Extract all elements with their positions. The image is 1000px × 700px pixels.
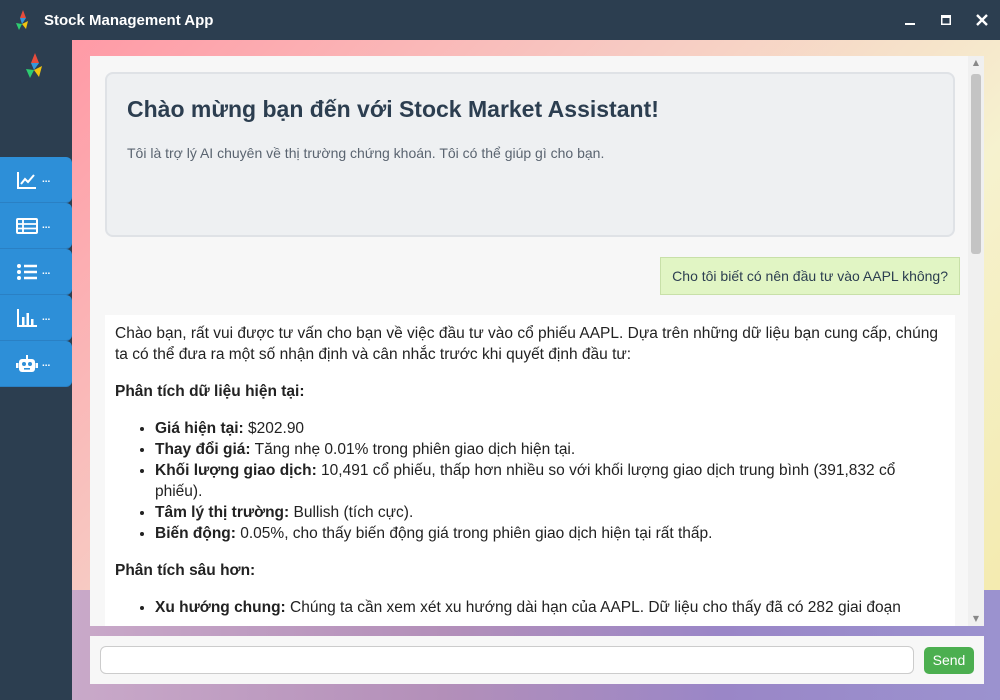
scroll-up-icon[interactable]: ▲ [968,56,984,70]
sidebar-item-label: ... [42,266,51,277]
app-logo-icon [16,10,28,30]
list-item: Biến động: 0.05%, cho thấy biến động giá… [155,523,945,544]
line-chart-icon [17,171,36,189]
bot-message: Chào bạn, rất vui được tư vấn cho bạn về… [105,315,955,626]
sidebar-item-chart[interactable]: ... [0,157,72,203]
list-item: Khối lượng giao dịch: 10,491 cổ phiếu, t… [155,460,945,502]
sidebar-item-label: ... [42,220,51,231]
sidebar-item-list[interactable]: ... [0,249,72,295]
robot-icon [16,354,38,372]
minimize-icon [905,23,915,25]
maximize-button[interactable] [928,0,964,40]
list-item: Giá hiện tại: $202.90 [155,418,945,439]
welcome-subtitle: Tôi là trợ lý AI chuyên về thị trường ch… [127,145,605,161]
bar-chart-icon [17,308,37,327]
welcome-card: Chào mừng bạn đến với Stock Market Assis… [105,72,955,237]
sidebar: ... ... ... ... ... [0,40,72,700]
sidebar-nav: ... ... ... ... ... [0,157,72,387]
table-icon [16,217,38,234]
sidebar-item-assistant[interactable]: ... [0,341,72,387]
list-item: Tâm lý thị trường: Bullish (tích cực). [155,502,945,523]
chat-scrollbar[interactable]: ▲ ▼ [968,56,984,626]
minimize-button[interactable] [892,0,928,40]
analysis-list: Giá hiện tại: $202.90 Thay đổi giá: Tăng… [155,418,945,544]
chat-panel[interactable]: Chào mừng bạn đến với Stock Market Assis… [90,56,984,626]
send-button[interactable]: Send [924,646,974,674]
message-input[interactable] [100,646,914,674]
message-input-bar: Send [90,636,984,684]
main-area: Chào mừng bạn đến với Stock Market Assis… [72,40,1000,700]
list-icon [17,263,37,280]
close-button[interactable] [964,0,1000,40]
list-item: Xu hướng chung: Chúng ta cần xem xét xu … [155,597,945,618]
welcome-title: Chào mừng bạn đến với Stock Market Assis… [127,96,659,122]
window-title: Stock Management App [44,11,214,29]
deep-analysis-list: Xu hướng chung: Chúng ta cần xem xét xu … [155,597,945,618]
sidebar-item-label: ... [42,174,51,185]
sidebar-item-label: ... [42,312,51,323]
user-message: Cho tôi biết có nên đầu tư vào AAPL khôn… [660,257,960,295]
title-bar: Stock Management App [0,0,1000,40]
sidebar-item-label: ... [42,358,51,369]
sidebar-logo-icon [26,53,42,78]
bot-intro: Chào bạn, rất vui được tư vấn cho bạn về… [115,325,938,363]
close-icon [976,14,988,26]
sidebar-item-bar-chart[interactable]: ... [0,295,72,341]
scroll-down-icon[interactable]: ▼ [968,612,984,626]
section-title: Phân tích dữ liệu hiện tại: [115,383,305,400]
section-title: Phân tích sâu hơn: [115,562,256,579]
sidebar-item-table[interactable]: ... [0,203,72,249]
scrollbar-thumb[interactable] [971,74,981,254]
list-item: Thay đổi giá: Tăng nhẹ 0.01% trong phiên… [155,439,945,460]
maximize-icon [941,15,951,25]
